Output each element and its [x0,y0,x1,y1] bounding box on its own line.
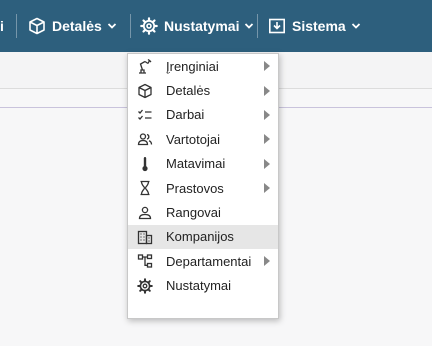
submenu-arrow-icon [264,61,270,72]
menu-item-detales-label: Detalės [166,83,211,99]
nav-separator [257,14,258,38]
cube-icon [134,83,156,99]
menu-item-vartotojai[interactable]: Vartotojai [128,127,278,151]
menu-item-vartotojai-label: Vartotojai [166,131,220,147]
nustatymai-dropdown-menu: Įrenginiai Detalės Darbai Vartotojai Mat… [127,53,279,319]
user-icon [134,205,156,221]
menu-item-irenginiai-label: renginiai [169,58,219,74]
nav-item-partial[interactable]: i [0,0,4,52]
submenu-arrow-icon [264,85,270,96]
cube-icon [28,17,46,35]
submenu-arrow-icon [264,134,270,145]
nav-item-detales[interactable]: Detalės [28,0,117,52]
nav-item-partial-label: i [0,18,4,34]
menu-item-prastovos[interactable]: Prastovos [128,176,278,200]
submenu-arrow-icon [264,183,270,194]
submenu-arrow-icon [264,256,270,267]
robot-arm-icon [134,58,156,74]
chevron-down-icon [107,22,117,30]
building-icon [134,229,156,245]
menu-item-kompanijos-label: Kompanijos [166,229,234,245]
nav-item-sistema[interactable]: Sistema [268,0,361,52]
menu-item-prastovos-label: Prastovos [166,180,224,196]
users-icon [134,131,156,147]
menu-item-matavimai[interactable]: Matavimai [128,152,278,176]
menu-item-darbai[interactable]: Darbai [128,103,278,127]
nav-item-nustatymai-label: Nustatymai [164,18,240,34]
submenu-arrow-icon [264,158,270,169]
menu-item-detales[interactable]: Detalės [128,78,278,102]
menu-item-nustatymai-label: Nustatymai [166,278,232,294]
menu-item-kompanijos[interactable]: Kompanijos [128,224,278,250]
gear-icon [134,277,156,294]
menu-item-matavimai-label: Matavimai [166,156,226,172]
nav-separator [16,14,17,38]
menu-item-irenginiai[interactable]: Įrenginiai [128,54,278,78]
download-box-icon [268,17,286,35]
nav-separator [130,14,131,38]
nav-item-nustatymai[interactable]: Nustatymai [140,0,254,52]
top-navbar: i Detalės Nustatymai Sistema [0,0,432,52]
chevron-down-icon [351,22,361,30]
nav-item-detales-label: Detalės [52,18,102,34]
hourglass-icon [134,180,156,196]
chevron-down-icon [244,22,254,30]
menu-item-nustatymai[interactable]: Nustatymai [128,274,278,298]
nav-item-sistema-label: Sistema [292,18,346,34]
checklist-icon [134,107,156,123]
menu-item-darbai-label: Darbai [166,107,205,123]
thermometer-icon [134,156,156,172]
menu-item-departamentai-label: Departamentai [166,253,252,269]
hierarchy-icon [134,253,156,269]
menu-item-departamentai[interactable]: Departamentai [128,249,278,273]
menu-item-rangovai[interactable]: Rangovai [128,200,278,224]
menu-item-rangovai-label: Rangovai [166,205,221,221]
submenu-arrow-icon [264,109,270,120]
gear-icon [140,17,158,35]
